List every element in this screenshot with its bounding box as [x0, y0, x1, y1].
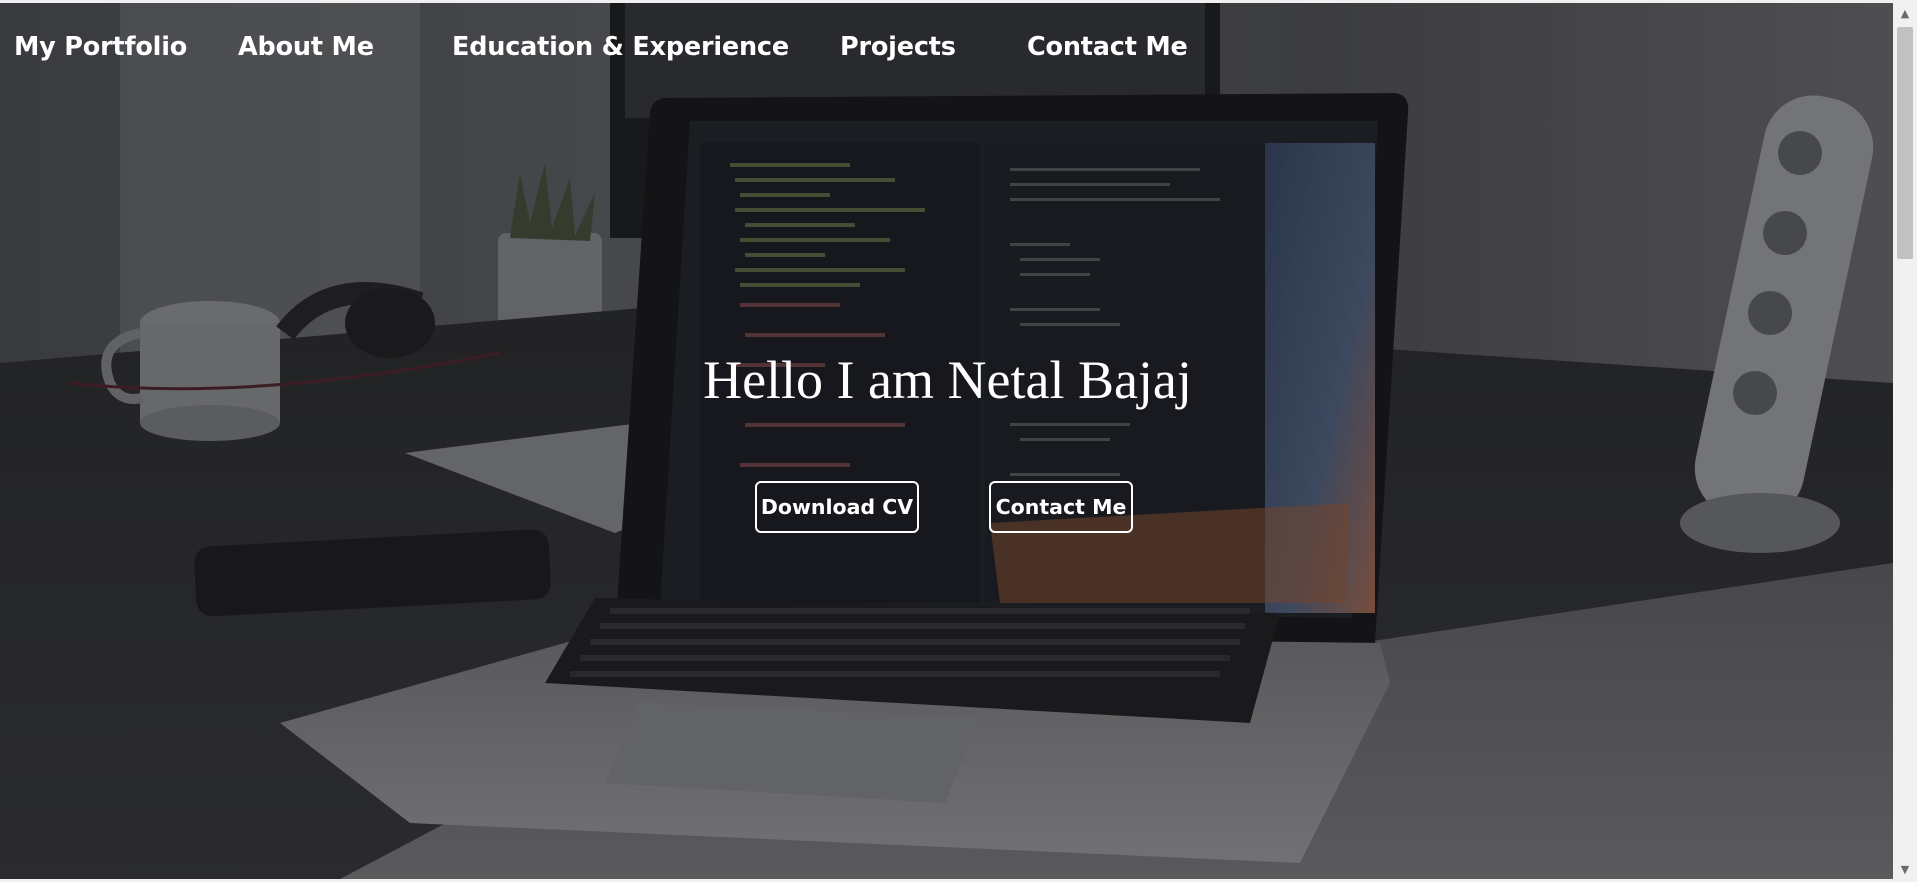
scroll-up-arrow-icon[interactable]: ▲: [1893, 3, 1917, 23]
nav-item-contact-me[interactable]: Contact Me: [1027, 32, 1188, 62]
nav-item-education-experience[interactable]: Education & Experience: [452, 32, 789, 62]
top-navigation: My Portfolio About Me Education & Experi…: [0, 3, 1893, 95]
nav-item-about-me[interactable]: About Me: [238, 32, 374, 62]
vertical-scrollbar[interactable]: ▲ ▼: [1893, 3, 1917, 879]
download-cv-button[interactable]: Download CV: [755, 481, 919, 533]
nav-item-projects[interactable]: Projects: [840, 32, 956, 62]
scroll-down-arrow-icon[interactable]: ▼: [1893, 859, 1917, 879]
scrollbar-thumb[interactable]: [1897, 27, 1913, 259]
nav-brand-link[interactable]: My Portfolio: [14, 32, 187, 62]
contact-me-button[interactable]: Contact Me: [989, 481, 1133, 533]
hero-title: Hello I am Netal Bajaj: [703, 350, 1192, 410]
hero-dark-overlay: [0, 3, 1893, 879]
page-viewport: My Portfolio About Me Education & Experi…: [0, 3, 1893, 879]
